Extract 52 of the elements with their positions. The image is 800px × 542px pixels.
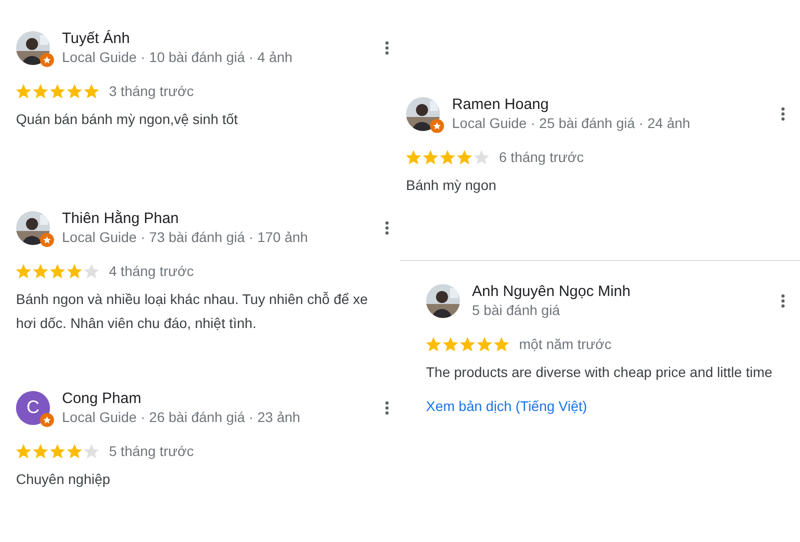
star-icon: [477, 336, 492, 352]
reviewer-stats: Local Guide · 73 bài đánh giá · 170 ảnh: [62, 229, 309, 245]
star-icon: [16, 84, 31, 98]
star-icon: [50, 84, 65, 98]
star-icon: [16, 444, 31, 458]
star-icon: [84, 444, 99, 458]
reviewer-name[interactable]: Anh Nguyên Ngọc Minh: [472, 283, 768, 300]
star-icon: [460, 336, 475, 352]
star-icon: [50, 264, 65, 278]
translate-link[interactable]: Xem bản dịch (Tiếng Việt): [426, 398, 588, 414]
reviewer-stats: Local Guide · 25 bài đánh giá · 24 ảnh: [452, 115, 692, 131]
star-icon: [457, 150, 472, 164]
review-text: Quán bán bánh mỳ ngon,vệ sinh tốt: [16, 110, 239, 129]
more-icon[interactable]: [384, 220, 390, 236]
review-text: Bánh ngon và nhiều loại khác nhau. Tuy nhiên chỗ để xe hơi dốc. Nhân viên chu đáo, nhiệt tình.: [16, 290, 369, 333]
reviewer-name[interactable]: Ramen Hoang: [452, 96, 768, 113]
star-icon: [33, 444, 48, 458]
star-icon: [443, 336, 458, 352]
more-icon[interactable]: [384, 40, 390, 56]
star-icon: [474, 150, 489, 164]
reviewer-name[interactable]: Thiên Hằng Phan: [62, 210, 372, 227]
review-text: The products are diverse with cheap price and little time: [426, 363, 774, 382]
reviewer-stats: Local Guide · 26 bài đánh giá · 23 ảnh: [62, 409, 302, 425]
star-icon: [67, 84, 82, 98]
reviewer-stats: 5 bài đánh giá: [472, 302, 561, 318]
review-time: 3 tháng trước: [109, 83, 194, 99]
star-icon: [426, 336, 441, 352]
star-icon: [84, 264, 99, 278]
review-time: 6 tháng trước: [499, 149, 584, 165]
star-icon: [406, 150, 421, 164]
review-text: Bánh mỳ ngon: [406, 176, 498, 195]
star-icon: [84, 84, 99, 98]
reviewer-name[interactable]: Cong Pham: [62, 390, 372, 407]
star-icon: [16, 264, 31, 278]
review-time: 4 tháng trước: [109, 263, 194, 279]
more-icon[interactable]: [780, 106, 786, 122]
more-icon[interactable]: [384, 400, 390, 416]
star-icon: [423, 150, 438, 164]
star-icon: [494, 336, 509, 352]
reviewer-stats: Local Guide · 10 bài đánh giá · 4 ảnh: [62, 49, 294, 65]
avatar: C: [16, 390, 50, 424]
review-time: một năm trước: [519, 336, 612, 352]
star-icon: [50, 444, 65, 458]
star-icon: [33, 264, 48, 278]
star-icon: [67, 444, 82, 458]
reviewer-name[interactable]: Tuyết Ánh: [62, 30, 372, 47]
star-icon: [440, 150, 455, 164]
review-time: 5 tháng trước: [109, 443, 194, 459]
star-icon: [33, 84, 48, 98]
star-icon: [67, 264, 82, 278]
review-text: Chuyên nghiệp: [16, 470, 112, 489]
more-icon[interactable]: [780, 292, 786, 308]
